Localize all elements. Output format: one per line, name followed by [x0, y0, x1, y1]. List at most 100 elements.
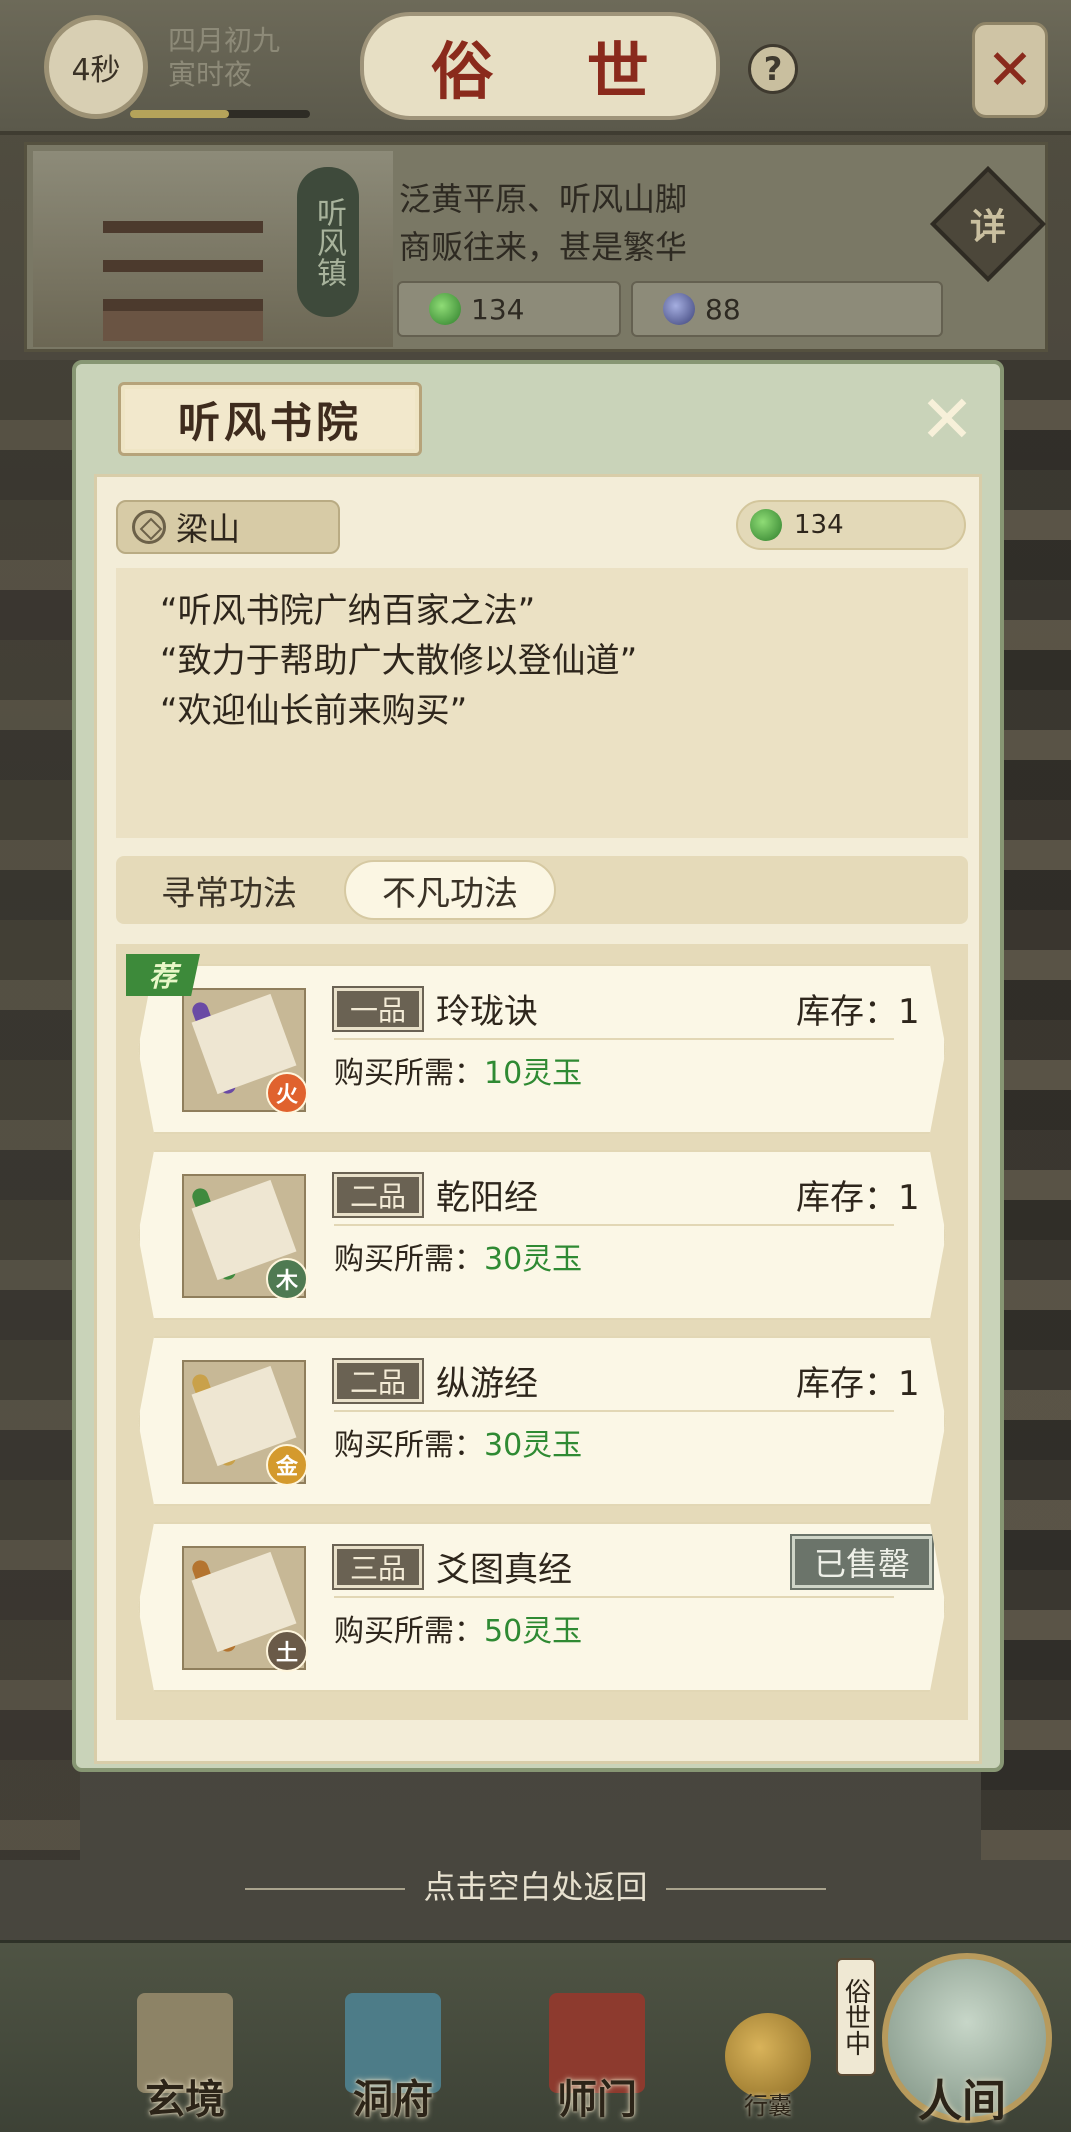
stock-value: 1 — [898, 992, 920, 1032]
quote-line: “听风书院广纳百家之法” — [160, 591, 536, 631]
tab-common-techniques[interactable]: 寻常功法 — [124, 860, 334, 920]
nav-label: 行囊 — [744, 2092, 792, 2120]
shop-item-row[interactable]: 金 二品 纵游经 购买所需：30灵玉 库存：1 — [138, 1336, 946, 1506]
jade-amount: 134 — [471, 292, 525, 326]
page-title: 俗 世 — [431, 35, 685, 108]
detail-label: 详 — [969, 206, 1006, 248]
price-prefix: 购买所需： — [334, 1056, 484, 1091]
element-badge: 火 — [266, 1072, 308, 1114]
scroll-icon: 土 — [182, 1546, 308, 1672]
stock-prefix: 库存： — [796, 1178, 898, 1218]
item-stock: 库存：1 — [796, 1356, 920, 1405]
stock-prefix: 库存： — [796, 1364, 898, 1404]
crossed-swords-icon[interactable]: ✕ — [972, 22, 1048, 118]
nav-label: 洞府 — [353, 2076, 433, 2123]
scroll-icon: 金 — [182, 1360, 308, 1486]
in-world-tag: 俗世中 — [836, 1958, 876, 2076]
item-name: 玲珑诀 — [436, 992, 538, 1032]
nav-xuanjing[interactable]: 玄境 — [120, 1993, 250, 2132]
npc-name: 梁山 — [176, 510, 241, 548]
price-value: 30灵玉 — [484, 1428, 583, 1463]
grade-badge: 一品 — [334, 988, 422, 1030]
question-icon[interactable]: ? — [748, 44, 798, 94]
price-prefix: 购买所需： — [334, 1428, 484, 1463]
nav-label: 人间 — [918, 2076, 1006, 2127]
return-hint[interactable]: 点击空白处返回 — [0, 1862, 1071, 1908]
item-name: 纵游经 — [436, 1364, 538, 1404]
nav-bag[interactable]: 行囊 — [718, 2013, 818, 2123]
grade-badge: 二品 — [334, 1360, 422, 1402]
coin-diamond-icon — [132, 510, 166, 544]
item-stock: 库存：1 — [796, 984, 920, 1033]
price-value: 50灵玉 — [484, 1614, 583, 1649]
grade-badge: 三品 — [334, 1546, 422, 1588]
item-price: 购买所需：30灵玉 — [334, 1420, 582, 1464]
pagoda-image — [103, 191, 263, 341]
item-price: 购买所需：30灵玉 — [334, 1234, 582, 1278]
jade-balance-value: 134 — [794, 510, 844, 540]
nav-label: 师门 — [557, 2076, 637, 2123]
item-price: 购买所需：10灵玉 — [334, 1048, 582, 1092]
element-badge: 金 — [266, 1444, 308, 1486]
coin-amount: 88 — [705, 292, 741, 326]
divider — [334, 1038, 894, 1040]
nav-dongfu[interactable]: 洞府 — [328, 1993, 458, 2132]
shop-item-row[interactable]: 木 二品 乾阳经 购买所需：30灵玉 库存：1 — [138, 1150, 946, 1320]
nav-shimen[interactable]: 师门 — [532, 1993, 662, 2132]
scroll-icon: 火 — [182, 988, 308, 1114]
shop-title-plate: 听风书院 — [118, 382, 422, 456]
lunar-date: 四月初九 寅时夜 — [168, 24, 280, 92]
jade-icon — [429, 293, 461, 325]
stock-value: 1 — [898, 1178, 920, 1218]
scroll-icon: 木 — [182, 1174, 308, 1300]
bottom-nav: 玄境 洞府 师门 行囊 人间 — [0, 1940, 1071, 2132]
stock-prefix: 库存： — [796, 992, 898, 1032]
time-progress-fill — [130, 110, 229, 118]
page-title-plate: 俗 世 — [360, 12, 720, 120]
location-description: 泛黄平原、听风山脚 商贩往来，甚是繁华 — [399, 175, 687, 271]
close-icon[interactable]: ✕ — [912, 381, 982, 458]
sold-out-badge: 已售罄 — [792, 1536, 932, 1588]
item-name: 爻图真经 — [436, 1550, 572, 1590]
time-period: 寅时夜 — [168, 58, 253, 91]
shop-modal: 听风书院 ✕ 梁山 134 “听风书院广纳百家之法” “致力于帮助广大散修以登仙… — [72, 360, 1004, 1772]
coin-icon — [663, 293, 695, 325]
quote-line: “致力于帮助广大散修以登仙道” — [160, 641, 638, 681]
shop-item-row[interactable]: 土 三品 爻图真经 购买所需：50灵玉 已售罄 — [138, 1522, 946, 1692]
price-value: 10灵玉 — [484, 1056, 583, 1091]
item-stock: 库存：1 — [796, 1170, 920, 1219]
location-desc-line1: 泛黄平原、听风山脚 — [399, 180, 688, 218]
location-name: 听风镇 — [297, 167, 359, 317]
nav-label: 玄境 — [145, 2076, 225, 2123]
divider-right — [665, 1888, 826, 1890]
divider — [334, 1410, 894, 1412]
location-desc-line2: 商贩往来，甚是繁华 — [399, 228, 688, 266]
item-name: 乾阳经 — [436, 1178, 538, 1218]
shop-tabs: 寻常功法 不凡功法 — [116, 856, 968, 924]
divider-left — [245, 1888, 406, 1890]
coin-resource: 88 — [631, 281, 943, 337]
jade-resource: 134 — [397, 281, 621, 337]
price-value: 30灵玉 — [484, 1242, 583, 1277]
top-bar: 4秒 四月初九 寅时夜 俗 世 ? ✕ — [0, 0, 1071, 135]
quote-line: “欢迎仙长前来购买” — [160, 691, 468, 731]
timer-badge: 4秒 — [44, 15, 148, 119]
tab-rare-techniques[interactable]: 不凡功法 — [344, 860, 556, 920]
nav-human[interactable]: 人间 — [862, 1953, 1062, 2129]
element-badge: 木 — [266, 1258, 308, 1300]
shop-item-row[interactable]: 火 一品 玲珑诀 购买所需：10灵玉 库存：1 — [138, 964, 946, 1134]
element-badge: 土 — [266, 1630, 308, 1672]
npc-quotes: “听风书院广纳百家之法” “致力于帮助广大散修以登仙道” “欢迎仙长前来购买” — [116, 568, 968, 838]
timer-text: 4秒 — [71, 53, 121, 88]
shop-title: 听风书院 — [177, 397, 362, 447]
npc-tag: 梁山 — [116, 500, 340, 554]
price-prefix: 购买所需： — [334, 1614, 484, 1649]
stock-value: 1 — [898, 1364, 920, 1404]
location-panel: 听风镇 泛黄平原、听风山脚 商贩往来，甚是繁华 134 88 详 — [24, 142, 1048, 352]
divider — [334, 1596, 894, 1598]
jade-icon — [750, 509, 782, 541]
detail-button[interactable]: 详 — [930, 166, 1046, 282]
return-hint-text: 点击空白处返回 — [423, 1868, 648, 1906]
price-prefix: 购买所需： — [334, 1242, 484, 1277]
item-list: 火 一品 玲珑诀 购买所需：10灵玉 库存：1 荐 木 二品 乾阳经 购买所需：3… — [116, 944, 968, 1720]
